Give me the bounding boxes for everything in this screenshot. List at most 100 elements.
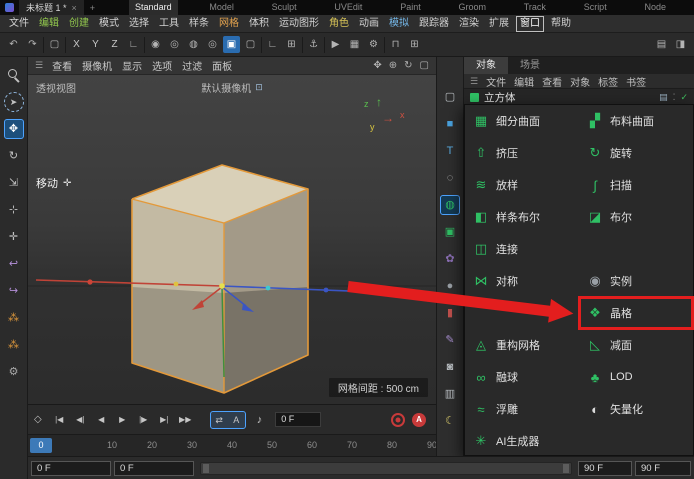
sweep-icon[interactable]: ∫ 扫描: [579, 169, 693, 201]
spline-circle-icon[interactable]: ◌: [440, 168, 460, 188]
history-forward-icon[interactable]: ↪: [4, 281, 24, 301]
ai-generator-icon[interactable]: ✳ AI生成器: [465, 425, 579, 457]
panel-tab[interactable]: 对象: [464, 57, 508, 74]
pan-view-icon[interactable]: ✥: [373, 60, 381, 71]
display-tag-icon[interactable]: ▤: [659, 92, 668, 103]
x-axis-button[interactable]: X: [68, 36, 85, 53]
viewport[interactable]: 透视视图 默认摄像机 ⊡ z ↑ → x y 移动 ✛ 网格间距 : 500 c…: [28, 75, 436, 404]
menu-item[interactable]: 动画: [354, 17, 384, 31]
menu-item[interactable]: 模式: [94, 17, 124, 31]
redo-icon[interactable]: ↷: [24, 36, 41, 53]
next-frame-icon[interactable]: |▶: [134, 411, 153, 429]
viewport-menu-item[interactable]: 显示: [122, 58, 142, 73]
range-end-field[interactable]: 90 F: [635, 460, 691, 476]
autokey-icon[interactable]: A: [412, 412, 426, 427]
render-settings-icon[interactable]: ⚙: [365, 36, 382, 53]
model-mode-icon[interactable]: ◉: [147, 36, 164, 53]
menu-item[interactable]: 选择: [124, 17, 154, 31]
panel-menu-item[interactable]: 标签: [598, 74, 618, 89]
moon-icon[interactable]: ☾: [440, 411, 460, 431]
menu-item[interactable]: 角色: [324, 17, 354, 31]
remesh-icon[interactable]: ◬ 重构网格: [465, 329, 579, 361]
metaball-icon[interactable]: ∞ 融球: [465, 361, 579, 393]
layout-tab[interactable]: Standard: [129, 0, 178, 15]
asset-cluster-icon[interactable]: ⁂: [4, 308, 24, 328]
layout-tab[interactable]: Paint: [394, 0, 427, 15]
workplane-mode-icon[interactable]: ▢: [242, 36, 259, 53]
panel-menu-item[interactable]: 对象: [570, 74, 590, 89]
viewport-menu-item[interactable]: 查看: [52, 58, 72, 73]
axis-mode-icon[interactable]: ∟: [264, 36, 281, 53]
search-icon[interactable]: [4, 65, 24, 85]
prev-key-icon[interactable]: ◀|: [71, 411, 90, 429]
symmetry-icon[interactable]: ⋈ 对称: [465, 265, 579, 297]
viewport-menu-item[interactable]: 选项: [152, 58, 172, 73]
record-icon[interactable]: [391, 412, 405, 427]
play-mode-button[interactable]: A: [228, 412, 245, 428]
text-tool-icon[interactable]: T: [440, 141, 460, 161]
layout-tab[interactable]: UVEdit: [328, 0, 368, 15]
spline-mask-icon[interactable]: ◧ 样条布尔: [465, 201, 579, 233]
menu-item[interactable]: 文件: [4, 17, 34, 31]
coord-system-icon[interactable]: ∟: [125, 36, 142, 53]
history-back-icon[interactable]: ↩: [4, 254, 24, 274]
layout-tab[interactable]: Node: [638, 0, 672, 15]
menu-item[interactable]: 窗口: [516, 15, 544, 32]
viewport-move-icon[interactable]: ✛: [4, 227, 24, 247]
quantize-icon[interactable]: ⊞: [406, 36, 423, 53]
z-axis-button[interactable]: Z: [106, 36, 123, 53]
range-slider[interactable]: [200, 461, 572, 475]
relief-icon[interactable]: ≈ 浮雕: [465, 393, 579, 425]
panel-menu-item[interactable]: 编辑: [514, 74, 534, 89]
panel-menu-item[interactable]: 书签: [626, 74, 646, 89]
menu-item[interactable]: 运动图形: [274, 17, 324, 31]
viewport-menu-item[interactable]: 摄像机: [82, 58, 112, 73]
generators-icon[interactable]: ◍: [440, 195, 460, 215]
next-key-icon[interactable]: ▶|: [155, 411, 174, 429]
render-picture-viewer-icon[interactable]: ▦: [346, 36, 363, 53]
vectorizer-icon[interactable]: ◐ 矢量化: [579, 393, 693, 425]
live-selection-icon[interactable]: ➤: [3, 92, 24, 112]
connect-icon[interactable]: ◫ 连接: [465, 233, 579, 265]
marquee-icon[interactable]: ▢: [440, 87, 460, 107]
current-frame-marker[interactable]: 0: [30, 438, 52, 453]
play-icon[interactable]: ▶: [113, 411, 132, 429]
loft-icon[interactable]: ≋ 放样: [465, 169, 579, 201]
object-name[interactable]: 立方体: [484, 90, 516, 105]
scale-tool-icon[interactable]: ⇲: [4, 173, 24, 193]
y-axis-button[interactable]: Y: [87, 36, 104, 53]
timeline-ruler[interactable]: 0 10 20 30 40 50 60 70 80 90: [28, 434, 437, 456]
polygon-reduction-icon[interactable]: ◺ 减面: [579, 329, 693, 361]
goto-end-icon[interactable]: ▶▶: [176, 411, 195, 429]
layout-tab[interactable]: Sculpt: [266, 0, 303, 15]
split-panel-icon[interactable]: ◨: [672, 36, 689, 53]
lathe-icon[interactable]: ↻ 旋转: [579, 137, 693, 169]
panel-menu-item[interactable]: 文件: [486, 74, 506, 89]
menu-item[interactable]: 样条: [184, 17, 214, 31]
move-tool-icon[interactable]: ✥: [3, 119, 24, 139]
menu-item[interactable]: 模拟: [384, 17, 414, 31]
viewport-menu-item[interactable]: 过滤: [182, 58, 202, 73]
asset-cluster2-icon[interactable]: ⁂: [4, 335, 24, 355]
layout-panel-icon[interactable]: ▤: [653, 36, 670, 53]
selection-box-icon[interactable]: ▢: [46, 36, 63, 53]
audio-icon[interactable]: ♪: [257, 414, 263, 426]
preview-start-field[interactable]: 0 F: [114, 460, 194, 476]
cube-primitive-icon[interactable]: ■: [440, 114, 460, 134]
menu-item[interactable]: 编辑: [34, 17, 64, 31]
goto-start-icon[interactable]: |◀: [50, 411, 69, 429]
panel-menu-item[interactable]: 查看: [542, 74, 562, 89]
visibility-dots-icon[interactable]: ⁚: [673, 92, 676, 103]
layout-tab[interactable]: Script: [578, 0, 613, 15]
lod-icon[interactable]: ♣ LOD: [579, 361, 693, 393]
object-row[interactable]: 立方体 ▤ ⁚ ✓: [464, 89, 694, 105]
preview-end-field[interactable]: 90 F: [578, 460, 632, 476]
menu-item[interactable]: 跟踪器: [414, 17, 454, 31]
menu-item[interactable]: 渲染: [454, 17, 484, 31]
pen-tool-icon[interactable]: ✎: [440, 330, 460, 350]
boole-icon[interactable]: ◪ 布尔: [579, 201, 693, 233]
instance-icon[interactable]: ◉ 实例: [579, 265, 693, 297]
menu-item[interactable]: 帮助: [546, 17, 576, 31]
menu-item[interactable]: 创建: [64, 17, 94, 31]
prev-frame-icon[interactable]: ◀: [92, 411, 111, 429]
